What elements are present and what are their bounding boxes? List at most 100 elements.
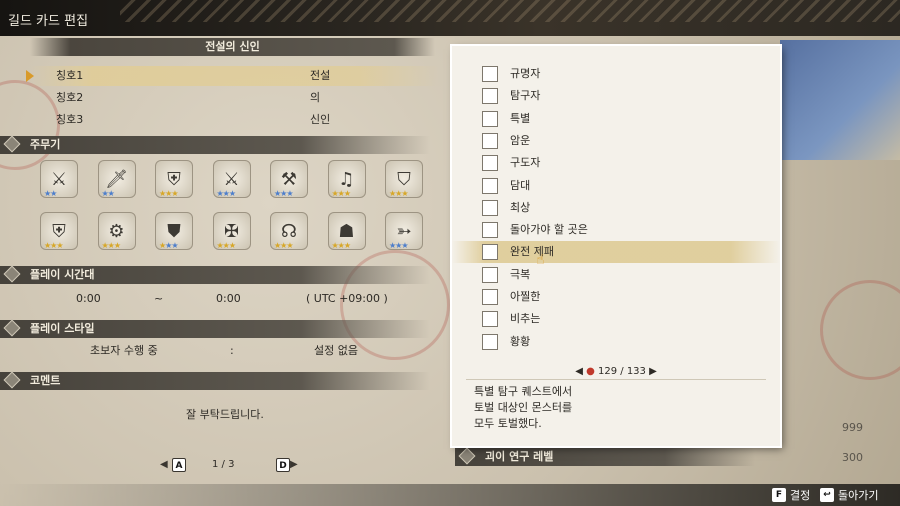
star-icon: ★ bbox=[50, 189, 57, 198]
option-label: 비추는 bbox=[510, 312, 541, 326]
option-checkbox[interactable] bbox=[482, 311, 498, 328]
light-bowgun-icon[interactable]: ☊ ★★★ bbox=[270, 212, 308, 250]
back-hint[interactable]: ↩ 돌아가기 bbox=[820, 487, 878, 503]
dual-blades-icon[interactable]: ⚔ ★★★ bbox=[212, 160, 251, 198]
title-row[interactable]: 칭호2 의 bbox=[30, 88, 440, 108]
playtime-row[interactable]: 0:00 ~ 0:00 ( UTC +09:00 ) bbox=[30, 289, 430, 309]
section-header-playtime: 플레이 시간대 bbox=[0, 265, 430, 284]
research-value-1: 999 bbox=[842, 421, 863, 434]
option-label: 최상 bbox=[510, 200, 531, 214]
footer-bar: F 결정 ↩ 돌아가기 bbox=[0, 484, 900, 506]
weapon-glyph: 🗡 bbox=[105, 168, 128, 190]
option-checkbox[interactable] bbox=[482, 333, 498, 350]
counter-left-arrow-icon[interactable]: ◀ bbox=[575, 366, 583, 377]
option-checkbox[interactable] bbox=[482, 66, 498, 82]
title-row[interactable]: 칭호1 전설 bbox=[30, 66, 440, 86]
star-icon: ★ bbox=[343, 241, 351, 250]
insect-glaive-icon[interactable]: ✠ ★★★ bbox=[212, 212, 251, 250]
option-checkbox[interactable] bbox=[482, 289, 498, 305]
confirm-label: 결정 bbox=[790, 489, 811, 502]
option-label: 아찔한 bbox=[510, 290, 541, 303]
title-option[interactable]: 황황 bbox=[452, 331, 780, 353]
counter-right-arrow-icon[interactable]: ▶ bbox=[649, 366, 657, 377]
option-checkbox[interactable] bbox=[482, 132, 498, 149]
comment-heading: 코멘트 bbox=[30, 374, 61, 387]
switch-axe-icon[interactable]: ⚙ ★★★ bbox=[97, 212, 136, 250]
option-checkbox[interactable] bbox=[482, 266, 498, 283]
section-diamond-icon bbox=[458, 447, 476, 465]
option-label: 암운 bbox=[510, 133, 531, 147]
great-sword-icon[interactable]: ⚔ ★★ bbox=[40, 160, 78, 198]
option-checkbox[interactable] bbox=[482, 88, 498, 105]
title-row[interactable]: 칭호3 신인 bbox=[30, 110, 440, 130]
weapon-glyph: ⛨ bbox=[52, 220, 66, 242]
option-label: 극복 bbox=[510, 267, 531, 281]
option-checkbox[interactable] bbox=[482, 110, 498, 127]
title-option[interactable]: 돌아가야 할 곳은 bbox=[452, 219, 780, 241]
prev-page-arrow-icon[interactable]: ◀ bbox=[160, 459, 168, 470]
title-option[interactable]: 탐구자 bbox=[452, 85, 780, 107]
long-sword-icon[interactable]: 🗡 ★★ bbox=[97, 160, 136, 198]
weapon-glyph: ⚔ bbox=[223, 168, 240, 190]
option-checkbox[interactable] bbox=[482, 155, 498, 172]
confirm-hint[interactable]: F 결정 bbox=[772, 487, 810, 503]
next-page-key[interactable]: D bbox=[276, 458, 290, 472]
title-option[interactable]: 극복 bbox=[452, 264, 780, 286]
research-heading: 괴이 연구 레벨 bbox=[485, 450, 554, 463]
lance-icon[interactable]: ⛉ ★★★ bbox=[385, 160, 423, 198]
option-checkbox[interactable] bbox=[482, 177, 498, 194]
back-key-icon: ↩ bbox=[820, 488, 834, 502]
weapon-glyph: ⛊ bbox=[167, 220, 181, 242]
title-option[interactable]: 완전 제패 ☝ bbox=[452, 241, 780, 268]
star-icon: ★ bbox=[171, 189, 178, 198]
option-checkbox[interactable] bbox=[482, 199, 498, 216]
background-artwork bbox=[780, 40, 900, 160]
gunlance-icon[interactable]: ⛨ ★★★ bbox=[40, 212, 78, 250]
option-checkbox[interactable] bbox=[482, 244, 498, 261]
option-checkbox[interactable] bbox=[482, 222, 498, 239]
comment-row[interactable]: 잘 부탁드립니다. bbox=[30, 405, 430, 425]
hammer-icon[interactable]: ⚒ ★★★ bbox=[270, 160, 308, 198]
weapon-glyph: ☗ bbox=[338, 220, 355, 242]
section-header-comment: 코멘트 bbox=[0, 371, 430, 390]
title-row-label: 칭호3 bbox=[56, 113, 84, 126]
title-option[interactable]: 비추는 bbox=[452, 308, 780, 330]
page-indicator: 1 / 3 bbox=[212, 459, 235, 470]
dropdown-counter: ◀ ● 129 / 133 ▶ bbox=[568, 364, 664, 380]
title-row-label: 칭호2 bbox=[56, 91, 84, 104]
bow-icon[interactable]: ➳ ★★★ bbox=[385, 212, 423, 250]
title-option[interactable]: 규명자 bbox=[452, 63, 780, 85]
weapon-rating-stars: ★★★ bbox=[217, 189, 237, 198]
title-option[interactable]: 아찔한 bbox=[452, 286, 780, 308]
star-icon: ★ bbox=[286, 189, 293, 198]
title-description: 특별 탐구 퀘스트에서 토벌 대상인 몬스터를 모두 토벌했다. bbox=[474, 385, 573, 430]
title-option[interactable]: 암운 bbox=[452, 130, 780, 152]
weapon-rating-stars: ★★★ bbox=[44, 241, 64, 250]
weapon-rating-stars: ★★ bbox=[102, 189, 115, 198]
confirm-key: F bbox=[772, 488, 786, 502]
counter-badge-icon: ● bbox=[586, 366, 595, 377]
title-option[interactable]: 최상 bbox=[452, 197, 780, 219]
title-selection-cursor-icon bbox=[26, 70, 34, 82]
section-diamond-icon bbox=[3, 265, 21, 283]
weapon-rating-stars: ★★★ bbox=[159, 241, 179, 250]
back-label: 돌아가기 bbox=[838, 489, 879, 502]
playstyle-row[interactable]: 초보자 수행 중 : 설정 없음 bbox=[30, 341, 430, 361]
star-icon: ★ bbox=[228, 189, 236, 198]
hunting-horn-icon[interactable]: ♫ ★★★ bbox=[327, 160, 366, 198]
page-navigation: ◀ A 1 / 3 D ▶ bbox=[160, 458, 300, 474]
section-diamond-icon bbox=[3, 319, 21, 337]
title-option[interactable]: 구도자 bbox=[452, 152, 780, 174]
weapon-rating-stars: ★★★ bbox=[217, 241, 237, 250]
sword-shield-icon[interactable]: ⛨ ★★★ bbox=[155, 160, 193, 198]
playstyle-separator: : bbox=[230, 344, 234, 357]
prev-page-key[interactable]: A bbox=[172, 458, 186, 472]
heavy-bowgun-icon[interactable]: ☗ ★★★ bbox=[327, 212, 366, 250]
charge-blade-icon[interactable]: ⛊ ★★★ bbox=[155, 212, 193, 250]
title-option[interactable]: 특별 bbox=[452, 108, 780, 130]
option-label: 탐구자 bbox=[510, 89, 541, 103]
weapon-glyph: ✠ bbox=[223, 220, 240, 242]
title-dropdown-panel[interactable]: 규명자탐구자특별암운구도자 담대최상돌아가야 할 곳은 완전 제패 ☝ 극복아찔한비추는… bbox=[452, 46, 780, 446]
title-option[interactable]: 담대 bbox=[452, 175, 780, 197]
next-page-arrow-icon[interactable]: ▶ bbox=[290, 459, 298, 470]
